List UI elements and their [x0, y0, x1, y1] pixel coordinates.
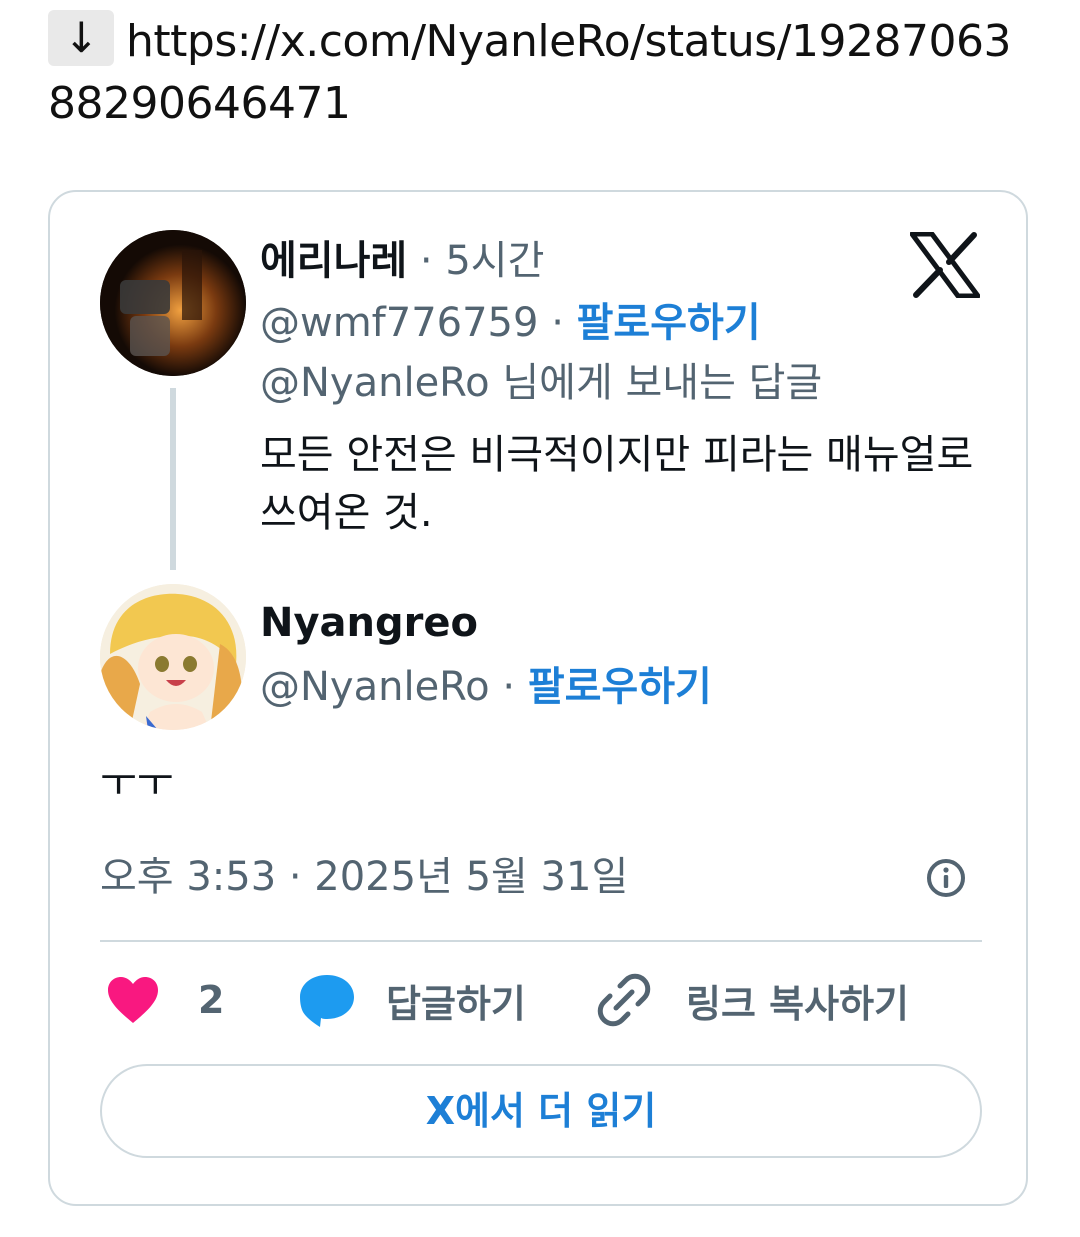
main-handle[interactable]: @NyanleRo [260, 664, 490, 710]
like-count: 2 [198, 978, 225, 1022]
separator: · [502, 664, 516, 710]
main-author-row: Nyangreo [260, 598, 478, 648]
x-logo-icon[interactable] [910, 232, 980, 298]
tweet-timestamp[interactable]: 오후 3:53 · 2025년 5월 31일 [100, 852, 628, 902]
tweet-url[interactable]: https://x.com/NyanleRo/status/1928706388… [48, 16, 1011, 129]
quoted-tweet-text: 모든 안전은 비극적이지만 피라는 매뉴얼로 쓰여온 것. [260, 432, 974, 536]
reply-label: 답글하기 [386, 981, 526, 1026]
main-handle-row: @NyanleRo · 팔로우하기 [260, 662, 712, 712]
reply-bubble-icon [300, 975, 354, 1027]
separator: · [419, 238, 433, 284]
like-button[interactable]: 2 [106, 972, 224, 1028]
copy-link-button[interactable]: 링크 복사하기 [596, 972, 909, 1028]
avatar[interactable] [100, 230, 246, 376]
copy-link-label: 링크 복사하기 [686, 981, 909, 1026]
follow-button[interactable]: 팔로우하기 [528, 664, 712, 710]
separator: · [551, 300, 564, 346]
quoted-author-row: 에리나레 · 5시간 [260, 236, 544, 286]
reply-button[interactable]: 답글하기 [298, 972, 526, 1028]
follow-button[interactable]: 팔로우하기 [577, 300, 761, 346]
main-display-name[interactable]: Nyangreo [260, 600, 478, 646]
divider [100, 940, 982, 942]
reply-to-label: @NyanleRo 님에게 보내는 답글 [260, 360, 823, 406]
info-icon[interactable] [926, 858, 966, 898]
tweet-embed-card: 에리나레 · 5시간 @wmf776759 · 팔로우하기 @NyanleRo … [48, 190, 1028, 1206]
main-tweet-text: ㅜㅜ [100, 760, 174, 806]
link-icon [597, 973, 651, 1027]
thread-connector [170, 388, 176, 570]
quoted-display-name[interactable]: 에리나레 [260, 238, 407, 284]
avatar[interactable] [100, 584, 246, 730]
heart-icon [108, 977, 158, 1023]
quoted-handle-row: @wmf776759 · 팔로우하기 [260, 298, 761, 348]
quoted-handle[interactable]: @wmf776759 [260, 300, 538, 346]
read-more-button[interactable]: X에서 더 읽기 [100, 1064, 982, 1158]
quoted-time-ago[interactable]: 5시간 [445, 238, 544, 284]
down-arrow-icon: ↓ [48, 10, 114, 66]
tweet-link[interactable]: ↓ https://x.com/NyanleRo/status/192870638… [48, 10, 1038, 135]
